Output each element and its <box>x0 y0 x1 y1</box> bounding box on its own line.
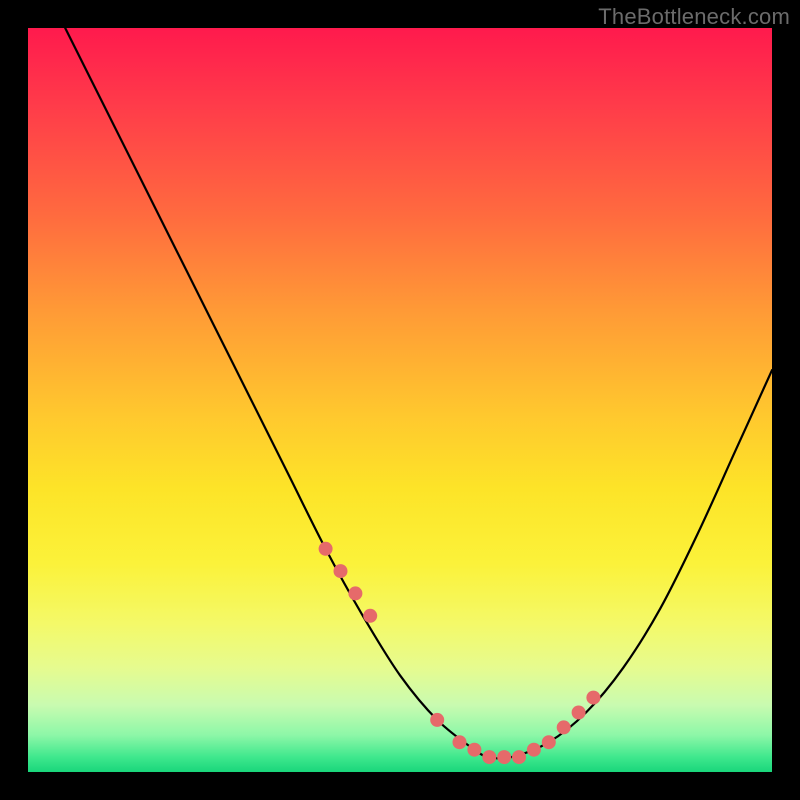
marker-point <box>348 586 362 600</box>
marker-point <box>482 750 496 764</box>
marker-point <box>527 743 541 757</box>
chart-frame: TheBottleneck.com <box>0 0 800 800</box>
watermark-text: TheBottleneck.com <box>598 4 790 30</box>
chart-plot-area <box>28 28 772 772</box>
marker-point <box>319 542 333 556</box>
marker-point <box>586 691 600 705</box>
marker-point <box>334 564 348 578</box>
chart-svg <box>28 28 772 772</box>
marker-point <box>467 743 481 757</box>
marker-point <box>497 750 511 764</box>
marker-point <box>542 735 556 749</box>
marker-point <box>557 720 571 734</box>
bottleneck-curve <box>65 28 772 759</box>
marker-point <box>363 609 377 623</box>
marker-point <box>430 713 444 727</box>
highlighted-points <box>319 542 601 764</box>
marker-point <box>572 706 586 720</box>
marker-point <box>453 735 467 749</box>
marker-point <box>512 750 526 764</box>
